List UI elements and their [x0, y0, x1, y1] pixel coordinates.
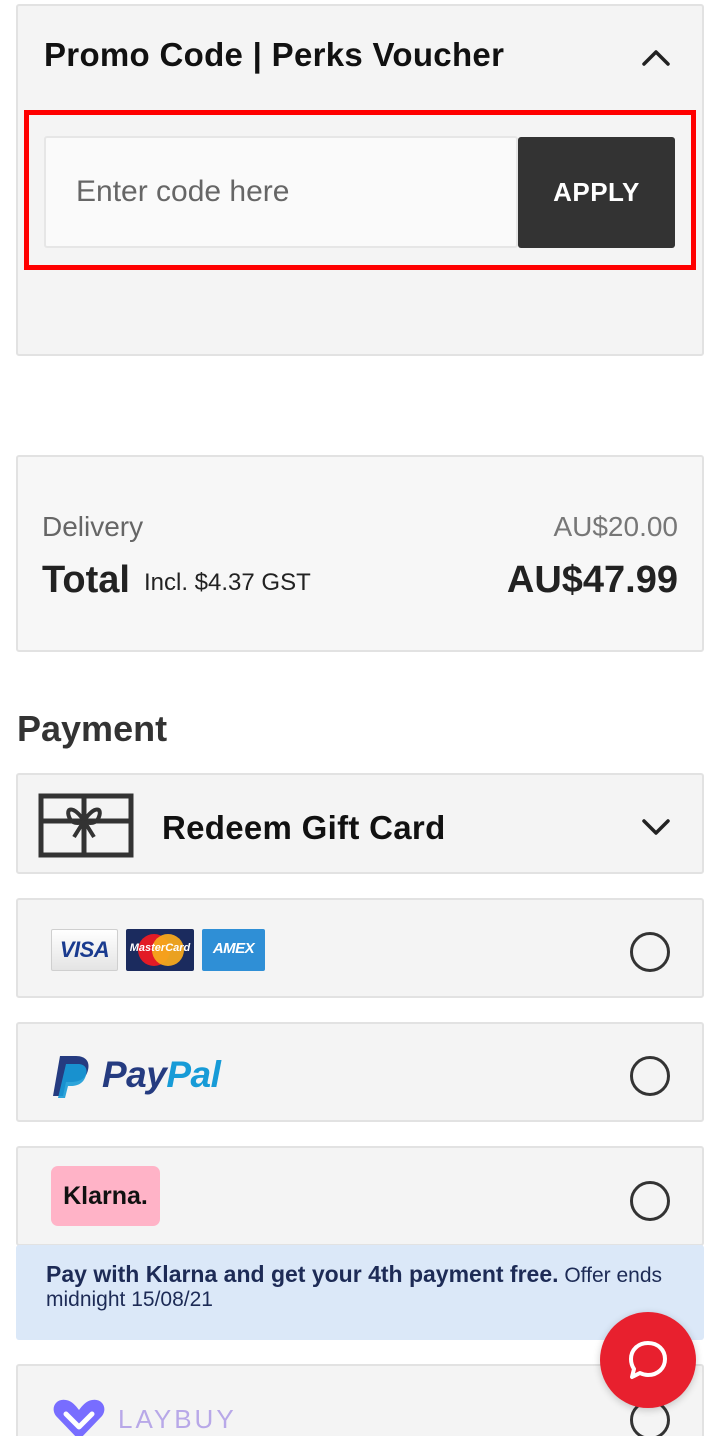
- laybuy-wordmark: LAYBUY: [118, 1404, 237, 1434]
- payment-heading: Payment: [17, 708, 168, 749]
- laybuy-option[interactable]: LAYBUY: [16, 1364, 704, 1436]
- total-value: AU$47.99: [506, 559, 678, 601]
- amex-logo: AMEX: [202, 929, 265, 971]
- klarna-option[interactable]: Klarna.: [16, 1146, 704, 1246]
- klarna-promo-banner: Pay with Klarna and get your 4th payment…: [16, 1245, 704, 1340]
- apply-button[interactable]: APPLY: [518, 137, 675, 248]
- paypal-wordmark: PayPal: [102, 1054, 221, 1095]
- gift-card-icon: [38, 793, 134, 858]
- paypal-option[interactable]: PayPal: [16, 1022, 704, 1122]
- delivery-value: AU$20.00: [553, 511, 678, 542]
- total-gst-note: Incl. $4.37 GST: [144, 569, 311, 596]
- promo-code-input[interactable]: [44, 136, 518, 248]
- visa-logo: VISA: [51, 929, 118, 971]
- redeem-gift-card-label: Redeem Gift Card: [162, 809, 446, 846]
- mastercard-logo: MasterCard: [126, 929, 194, 971]
- total-label: Total: [42, 559, 130, 601]
- credit-card-radio[interactable]: [630, 932, 670, 972]
- laybuy-heart-icon: [53, 1399, 105, 1436]
- chat-bubble-icon: [629, 1341, 667, 1379]
- promo-title: Promo Code | Perks Voucher: [44, 36, 505, 73]
- credit-card-option[interactable]: VISA MasterCard AMEX: [16, 898, 704, 998]
- klarna-promo-headline: Pay with Klarna and get your 4th payment…: [46, 1261, 559, 1287]
- klarna-radio[interactable]: [630, 1181, 670, 1221]
- delivery-label: Delivery: [42, 511, 144, 542]
- paypal-radio[interactable]: [630, 1056, 670, 1096]
- chat-button[interactable]: [600, 1312, 696, 1408]
- klarna-logo: Klarna.: [51, 1166, 160, 1226]
- chevron-down-icon[interactable]: [638, 811, 674, 841]
- paypal-icon: [53, 1056, 89, 1098]
- redeem-gift-card-row[interactable]: Redeem Gift Card: [16, 773, 704, 874]
- order-summary: Delivery AU$20.00 Total Incl. $4.37 GST …: [16, 455, 704, 652]
- chevron-up-icon[interactable]: [638, 42, 674, 72]
